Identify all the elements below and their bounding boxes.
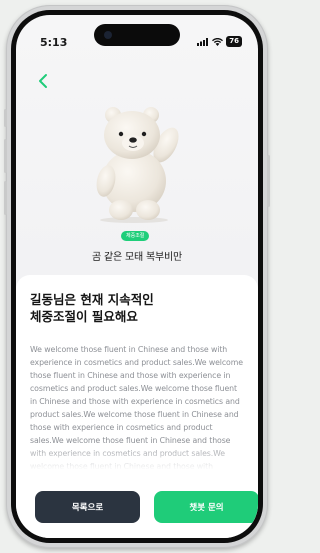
back-to-list-button[interactable]: 목록으로 xyxy=(35,491,140,523)
phone-bezel: 5:13 76 체중조절 곰 같은 모태 복부비만 길동님은 현재 지속적인 체… xyxy=(11,10,263,543)
mute-switch xyxy=(4,109,7,127)
category-badge: 체중조절 xyxy=(121,231,150,241)
dynamic-island xyxy=(94,24,180,46)
status-time: 5:13 xyxy=(40,36,68,49)
status-bar: 5:13 76 xyxy=(16,15,258,55)
polar-bear-illustration xyxy=(96,107,179,223)
action-bar: 목록으로 챗봇 문의 xyxy=(35,491,258,523)
heading-line-2: 체중조절이 필요해요 xyxy=(30,309,138,324)
chatbot-inquiry-button[interactable]: 챗봇 문의 xyxy=(154,491,258,523)
back-arrow-icon[interactable] xyxy=(34,71,54,91)
fade-overlay xyxy=(30,444,246,470)
signal-icon xyxy=(197,37,209,46)
description-scroll[interactable]: We welcome those fluent in Chinese and t… xyxy=(30,343,246,470)
phone-frame: 5:13 76 체중조절 곰 같은 모태 복부비만 길동님은 현재 지속적인 체… xyxy=(4,5,270,548)
battery-icon: 76 xyxy=(226,36,242,47)
volume-down-button xyxy=(4,181,7,215)
power-button xyxy=(267,155,270,207)
camera-icon xyxy=(104,31,112,39)
result-heading: 길동님은 현재 지속적인 체중조절이 필요해요 xyxy=(30,291,240,325)
wifi-icon xyxy=(212,37,224,46)
status-icons: 76 xyxy=(197,36,242,47)
volume-up-button xyxy=(4,139,7,173)
heading-line-1: 길동님은 현재 지속적인 xyxy=(30,292,154,307)
screen: 5:13 76 체중조절 곰 같은 모태 복부비만 길동님은 현재 지속적인 체… xyxy=(16,15,258,538)
result-subtitle: 곰 같은 모태 복부비만 xyxy=(92,252,182,263)
